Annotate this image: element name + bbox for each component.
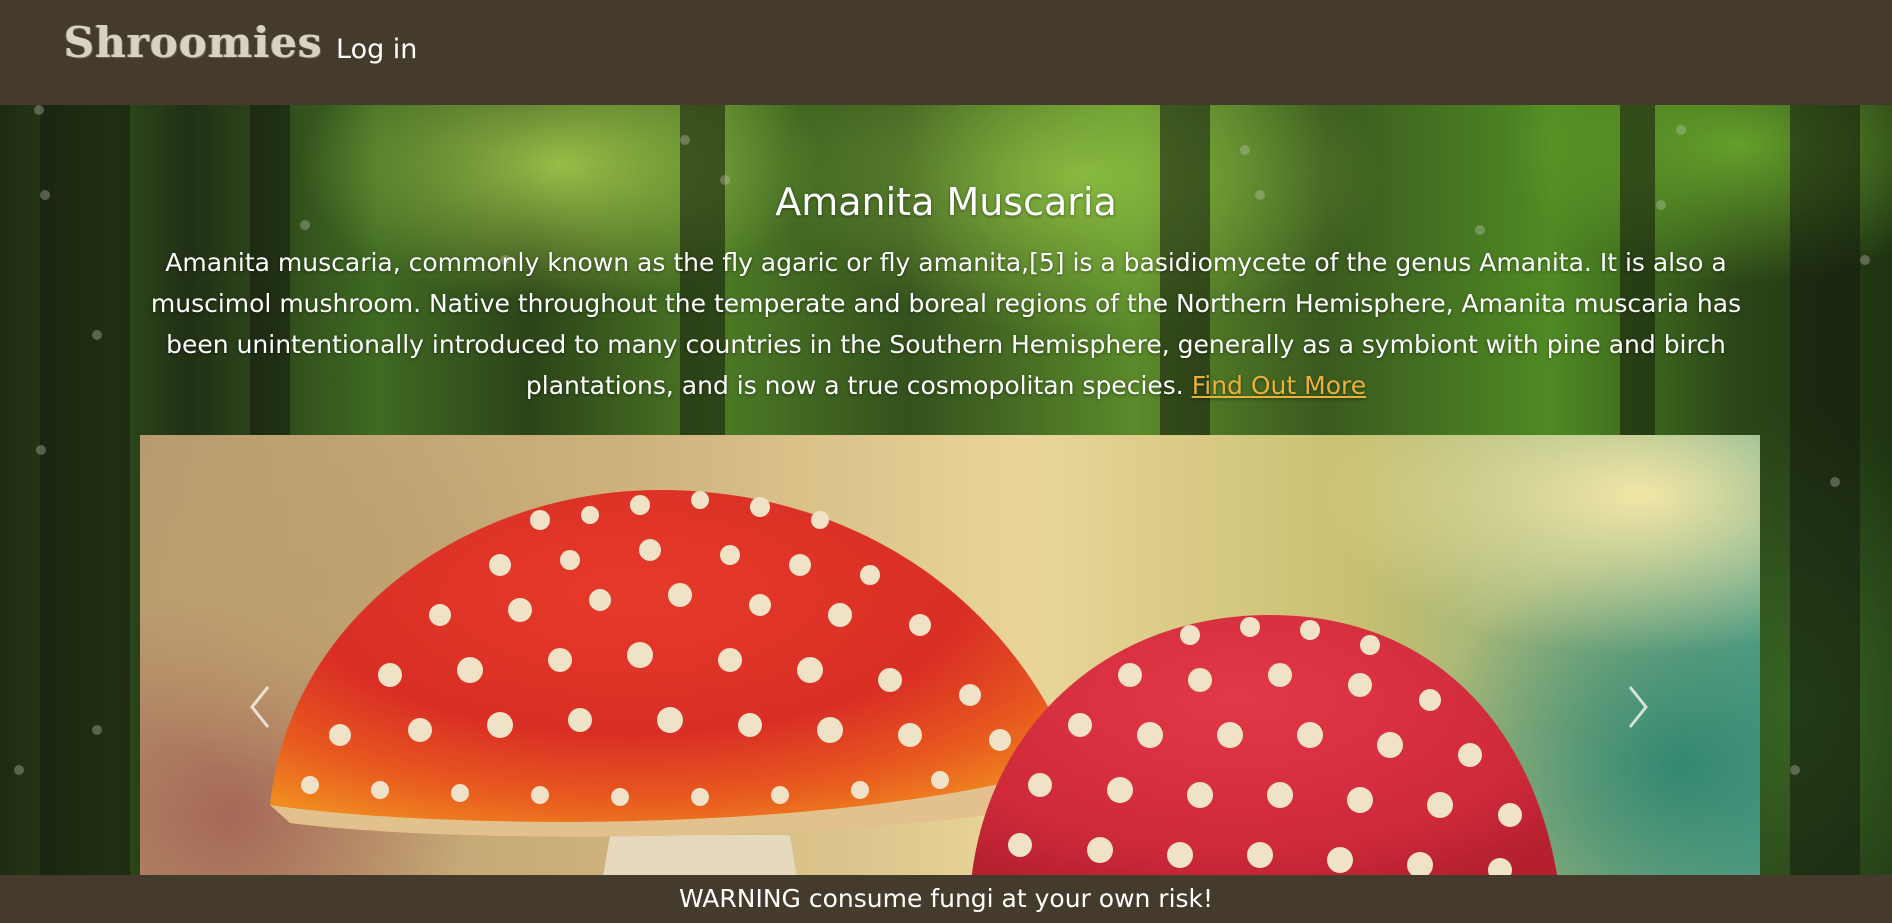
- hero-description-text: Amanita muscaria, commonly known as the …: [150, 248, 1742, 400]
- bokeh-dot: [40, 190, 50, 200]
- bokeh-dot: [36, 445, 46, 455]
- bokeh-dot: [34, 105, 44, 115]
- amanita-muscaria-photo: [270, 490, 1558, 875]
- tree-trunk: [1790, 105, 1860, 875]
- chevron-left-icon: [250, 686, 270, 728]
- mushroom-carousel: [140, 435, 1760, 875]
- carousel-next[interactable]: [1618, 677, 1658, 737]
- tree-trunk: [40, 105, 130, 875]
- bokeh-dot: [1790, 765, 1800, 775]
- warning-text: WARNING consume fungi at your own risk!: [678, 884, 1214, 913]
- find-out-more-link[interactable]: Find Out More: [1192, 371, 1366, 400]
- bokeh-dot: [1240, 145, 1250, 155]
- brand-logo[interactable]: Shroomies: [64, 18, 323, 67]
- login-link[interactable]: Log in: [336, 34, 417, 65]
- chevron-right-icon: [1628, 686, 1648, 728]
- carousel-prev[interactable]: [240, 677, 280, 737]
- bokeh-dot: [1676, 125, 1686, 135]
- warning-footer: WARNING consume fungi at your own risk!: [0, 875, 1892, 923]
- hero-title: Amanita Muscaria: [775, 180, 1117, 224]
- bokeh-dot: [680, 135, 690, 145]
- bokeh-dot: [1830, 477, 1840, 487]
- hero-section: Amanita Muscaria Amanita muscaria, commo…: [0, 105, 1892, 875]
- navbar: Shroomies Log in: [0, 0, 1892, 105]
- bokeh-dot: [14, 765, 24, 775]
- bokeh-dot: [92, 330, 102, 340]
- hero-text: Amanita Muscaria Amanita muscaria, commo…: [140, 180, 1752, 406]
- bokeh-dot: [1860, 255, 1870, 265]
- hero-description: Amanita muscaria, commonly known as the …: [140, 242, 1752, 406]
- bokeh-dot: [92, 725, 102, 735]
